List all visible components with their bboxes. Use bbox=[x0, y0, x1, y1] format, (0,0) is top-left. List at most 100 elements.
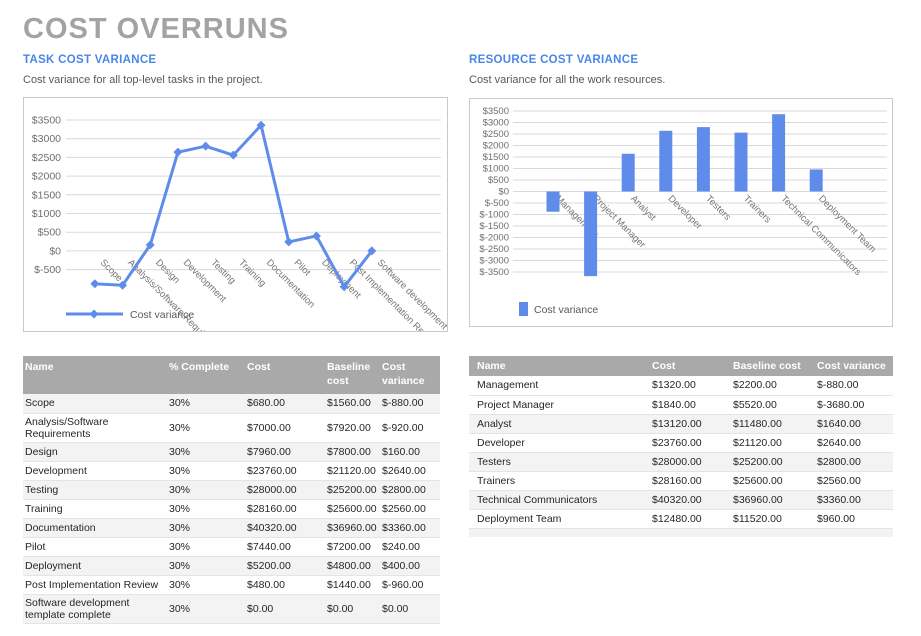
table-cell: Developer bbox=[469, 433, 644, 452]
table-row: Developer$23760.00$21120.00$2640.00 bbox=[469, 433, 893, 452]
table-cell: $36960.00 bbox=[725, 490, 809, 509]
resource-section-description: Cost variance for all the work resources… bbox=[469, 74, 665, 86]
y-axis-tick-label: $3500 bbox=[32, 115, 61, 127]
cost-variance-bar bbox=[697, 127, 710, 191]
table-cell: $3360.00 bbox=[809, 490, 893, 509]
table-cell: $11520.00 bbox=[725, 509, 809, 528]
table-cell: $13120.00 bbox=[644, 414, 725, 433]
table-row: Testers$28000.00$25200.00$2800.00 bbox=[469, 452, 893, 471]
table-cell: $400.00 bbox=[380, 556, 440, 575]
cost-variance-bar bbox=[584, 192, 597, 277]
table-cell: $23760.00 bbox=[245, 461, 325, 480]
table-row: Post Implementation Review30%$480.00$144… bbox=[23, 575, 440, 594]
table-cell: 30% bbox=[167, 518, 245, 537]
y-axis-tick-label: $-500 bbox=[485, 198, 509, 209]
table-cell: $2200.00 bbox=[725, 376, 809, 395]
table-cell: $3360.00 bbox=[380, 518, 440, 537]
table-cell: $-960.00 bbox=[380, 575, 440, 594]
column-header: Cost bbox=[245, 356, 325, 394]
table-cell: $0.00 bbox=[325, 594, 380, 623]
y-axis-tick-label: $3000 bbox=[483, 118, 509, 129]
resource-section-heading: RESOURCE COST VARIANCE bbox=[469, 54, 638, 66]
table-cell: $7200.00 bbox=[325, 537, 380, 556]
legend-swatch bbox=[519, 302, 528, 316]
y-axis-tick-label: $-1000 bbox=[479, 210, 509, 221]
y-axis-tick-label: $500 bbox=[38, 227, 62, 239]
table-cell: $28000.00 bbox=[245, 480, 325, 499]
legend-label: Cost variance bbox=[534, 304, 598, 316]
x-axis-category-label: Scope bbox=[98, 257, 125, 284]
table-cell: Testing bbox=[23, 480, 167, 499]
table-cell: Design bbox=[23, 442, 167, 461]
column-header: Name bbox=[23, 356, 167, 394]
column-header: % Complete bbox=[167, 356, 245, 394]
table-cell: $28000.00 bbox=[644, 452, 725, 471]
x-axis-category-label: Analyst bbox=[628, 193, 658, 223]
cost-overruns-report-page: COST OVERRUNS TASK COST VARIANCE Cost va… bbox=[0, 0, 921, 636]
y-axis-tick-label: $2500 bbox=[483, 129, 509, 140]
table-cell: Deployment bbox=[23, 556, 167, 575]
resource-cost-variance-chart: $3500$3000$2500$2000$1500$1000$500$0$-50… bbox=[469, 98, 893, 327]
task-chart-svg: $3500$3000$2500$2000$1500$1000$500$0$-50… bbox=[24, 98, 447, 331]
table-row: Design30%$7960.00$7800.00$160.00 bbox=[23, 442, 440, 461]
page-title: COST OVERRUNS bbox=[23, 13, 289, 46]
table-cell: $1560.00 bbox=[325, 394, 380, 413]
table-cell: $1320.00 bbox=[644, 376, 725, 395]
table-row: Training30%$28160.00$25600.00$2560.00 bbox=[23, 499, 440, 518]
table-cell: Deployment Team bbox=[469, 509, 644, 528]
y-axis-tick-label: $3500 bbox=[483, 106, 509, 117]
table-cell: $-920.00 bbox=[380, 413, 440, 442]
y-axis-tick-label: $500 bbox=[488, 175, 509, 186]
table-row: Scope30%$680.00$1560.00$-880.00 bbox=[23, 394, 440, 413]
cost-variance-bar bbox=[659, 131, 672, 192]
table-cell: $40320.00 bbox=[245, 518, 325, 537]
table-cell: 30% bbox=[167, 413, 245, 442]
y-axis-tick-label: $2000 bbox=[483, 141, 509, 152]
table-row: Deployment30%$5200.00$4800.00$400.00 bbox=[23, 556, 440, 575]
table-cell: $240.00 bbox=[380, 537, 440, 556]
table-cell: $7920.00 bbox=[325, 413, 380, 442]
x-axis-category-label: Training bbox=[236, 257, 268, 289]
table-cell: $-880.00 bbox=[809, 376, 893, 395]
table-cell: 30% bbox=[167, 461, 245, 480]
table-cell: $2800.00 bbox=[809, 452, 893, 471]
x-axis-category-label: Technical Communicators bbox=[778, 193, 863, 278]
table-cell: Training bbox=[23, 499, 167, 518]
y-axis-tick-label: $0 bbox=[49, 245, 61, 257]
column-header: Cost variance bbox=[809, 356, 893, 376]
table-cell: $25600.00 bbox=[725, 471, 809, 490]
x-axis-category-label: Pilot bbox=[292, 257, 313, 278]
table-cell: Post Implementation Review bbox=[23, 575, 167, 594]
task-cost-variance-chart: $3500$3000$2500$2000$1500$1000$500$0$-50… bbox=[23, 97, 448, 332]
table-row: Development30%$23760.00$21120.00$2640.00 bbox=[23, 461, 440, 480]
y-axis-tick-label: $-2000 bbox=[479, 233, 509, 244]
table-cell: Analysis/Software Requirements bbox=[23, 413, 167, 442]
table-cell: $21120.00 bbox=[325, 461, 380, 480]
y-axis-tick-label: $-1500 bbox=[479, 221, 509, 232]
table-row: Analyst$13120.00$11480.00$1640.00 bbox=[469, 414, 893, 433]
x-axis-category-label: Testers bbox=[703, 193, 733, 223]
table-cell: 30% bbox=[167, 537, 245, 556]
data-point-marker bbox=[90, 279, 99, 288]
table-cell: Project Manager bbox=[469, 395, 644, 414]
x-axis-category-label: Documentation bbox=[264, 257, 317, 310]
resource-chart-svg: $3500$3000$2500$2000$1500$1000$500$0$-50… bbox=[470, 99, 892, 326]
cost-variance-bar bbox=[735, 133, 748, 192]
table-cell: 30% bbox=[167, 394, 245, 413]
cost-variance-bar bbox=[547, 192, 560, 212]
table-cell: $4800.00 bbox=[325, 556, 380, 575]
table-cell: Testers bbox=[469, 452, 644, 471]
table-cell: $25200.00 bbox=[725, 452, 809, 471]
table-cell: $160.00 bbox=[380, 442, 440, 461]
table-cell: $2640.00 bbox=[380, 461, 440, 480]
table-cell: $1840.00 bbox=[644, 395, 725, 414]
table-cell: $2560.00 bbox=[809, 471, 893, 490]
table-row: Technical Communicators$40320.00$36960.0… bbox=[469, 490, 893, 509]
table-cell: $11480.00 bbox=[725, 414, 809, 433]
table-row: Testing30%$28000.00$25200.00$2800.00 bbox=[23, 480, 440, 499]
table-cell: Pilot bbox=[23, 537, 167, 556]
table-cell: $7800.00 bbox=[325, 442, 380, 461]
y-axis-tick-label: $1500 bbox=[32, 189, 61, 201]
table-cell: 30% bbox=[167, 556, 245, 575]
table-cell: $40320.00 bbox=[644, 490, 725, 509]
